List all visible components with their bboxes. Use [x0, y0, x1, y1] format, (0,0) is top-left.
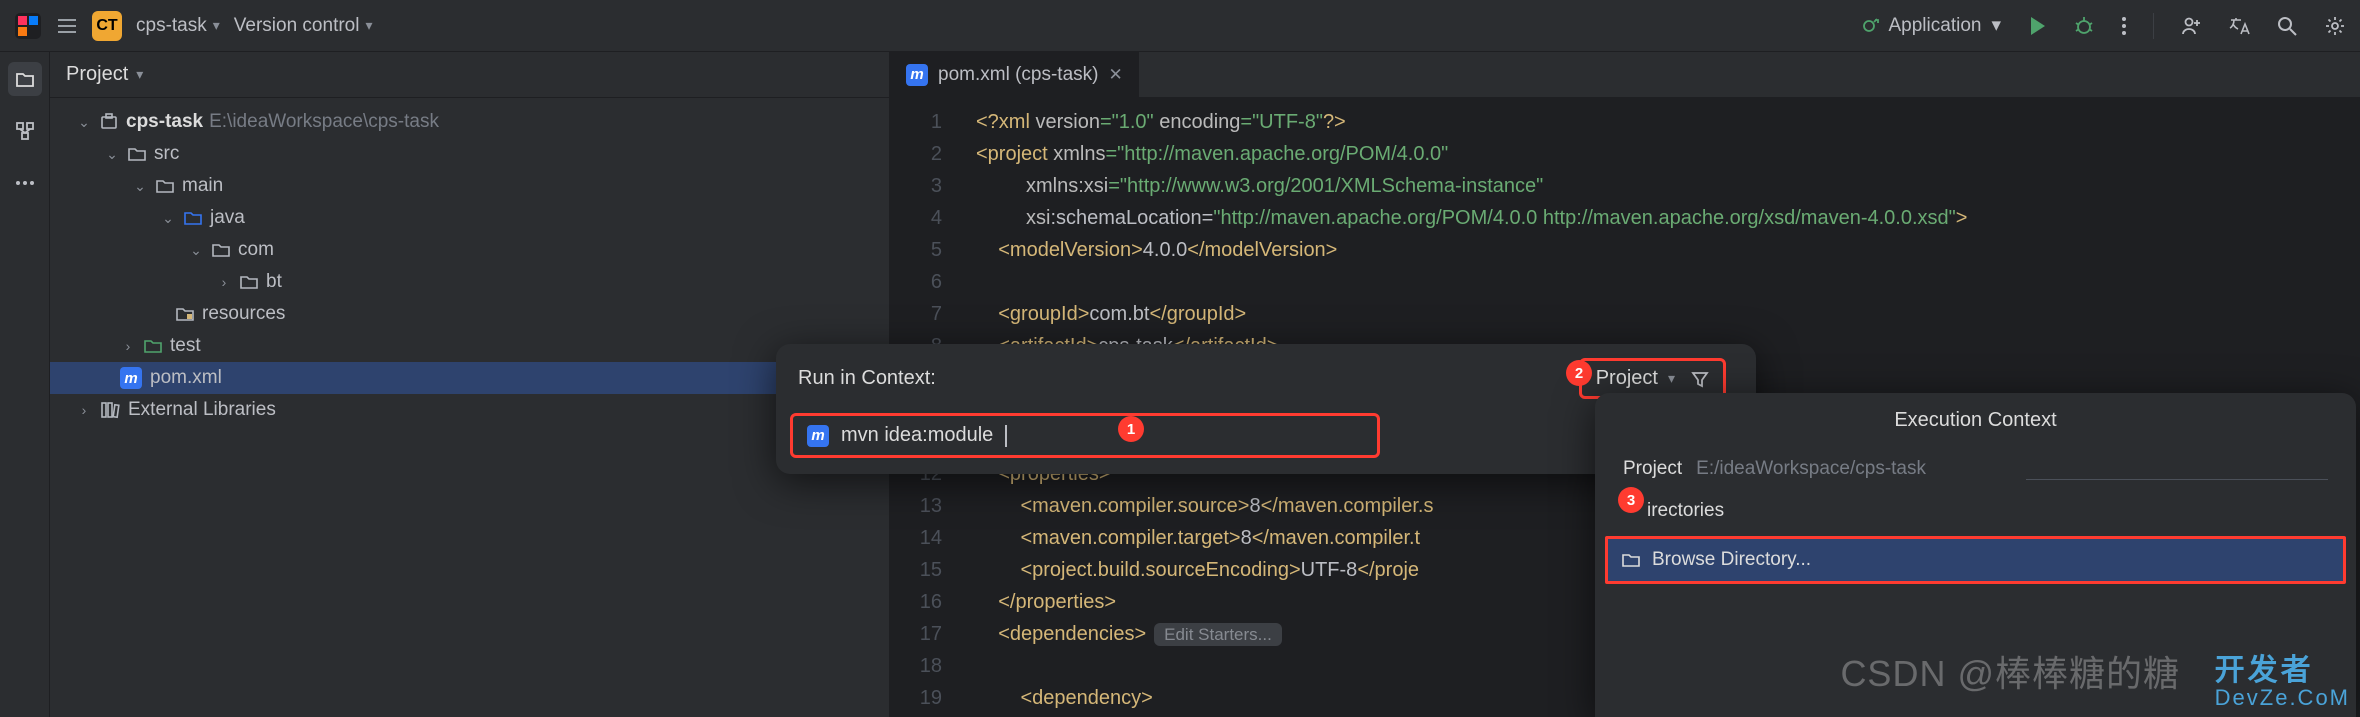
inlay-hint[interactable]: Edit Starters...	[1154, 623, 1282, 646]
tree-label: resources	[202, 303, 285, 325]
tree-label: pom.xml	[150, 367, 222, 389]
search-icon[interactable]	[2276, 15, 2298, 37]
tree-label: test	[170, 335, 201, 357]
exec-project-path: E:/ideaWorkspace/cps-task	[1696, 458, 1998, 480]
exec-project-row: Project E:/ideaWorkspace/cps-task	[1595, 448, 2356, 490]
project-panel-header[interactable]: Project ▾	[50, 52, 889, 98]
tree-row-bt[interactable]: › bt	[50, 266, 889, 298]
watermark-devze: 开发者 DevZe.CoM	[2215, 657, 2350, 711]
translate-icon[interactable]	[2228, 15, 2250, 37]
tree-row-test[interactable]: › test	[50, 330, 889, 362]
folder-icon	[128, 146, 146, 162]
text-caret	[1005, 425, 1007, 447]
library-icon	[100, 401, 120, 419]
left-tool-rail	[0, 52, 50, 717]
expand-arrow-icon[interactable]: ⌄	[132, 178, 148, 195]
expand-arrow-icon[interactable]: ⌄	[160, 210, 176, 227]
tree-label: bt	[266, 271, 282, 293]
browse-directory-item[interactable]: Browse Directory...	[1605, 536, 2346, 584]
exec-project-label: Project	[1623, 458, 1682, 480]
tab-label: pom.xml (cps-task)	[938, 64, 1098, 86]
resources-folder-icon	[176, 306, 194, 322]
tree-row-resources[interactable]: resources	[50, 298, 889, 330]
run-config-label: Application	[1889, 15, 1982, 37]
run-input-container[interactable]: m mvn idea:module	[790, 413, 1380, 458]
tree-label: src	[154, 143, 179, 165]
test-folder-icon	[144, 338, 162, 354]
run-popup-title: Run in Context:	[798, 367, 936, 390]
tree-label: java	[210, 207, 245, 229]
tree-row-com[interactable]: ⌄ com	[50, 234, 889, 266]
top-toolbar: CT cps-task ▾ Version control ▾ Applicat…	[0, 0, 2360, 52]
package-icon	[240, 274, 258, 290]
tree-label: com	[238, 239, 274, 261]
tree-row-main[interactable]: ⌄ main	[50, 170, 889, 202]
tree-row-external-libs[interactable]: › External Libraries	[50, 394, 889, 426]
tree-row-java[interactable]: ⌄ java	[50, 202, 889, 234]
maven-file-icon: m	[807, 425, 829, 447]
run-config-selector[interactable]: Application ▾	[1859, 14, 2002, 37]
editor-tab-strip: m pom.xml (cps-task) ✕	[890, 52, 2360, 98]
project-name-label: cps-task	[136, 15, 207, 37]
folder-icon	[1622, 552, 1640, 568]
tree-label: cps-task	[126, 111, 203, 132]
project-tool-window: Project ▾ ⌄ cps-task E:\ideaWorkspace\cps-…	[50, 52, 890, 717]
exec-input-field[interactable]	[2026, 458, 2328, 480]
project-tool-button[interactable]	[8, 62, 42, 96]
project-panel-title: Project	[66, 63, 128, 86]
expand-arrow-icon[interactable]: ⌄	[76, 114, 92, 131]
annotation-2: 2	[1566, 360, 1592, 386]
close-tab-icon[interactable]: ✕	[1108, 65, 1122, 85]
separator	[2153, 13, 2154, 39]
annotation-1: 1	[1118, 416, 1144, 442]
scope-label: Project	[1596, 367, 1658, 390]
expand-arrow-icon[interactable]: ›	[76, 402, 92, 418]
folder-icon	[156, 178, 174, 194]
ide-logo-icon	[14, 12, 42, 40]
expand-arrow-icon[interactable]: ›	[120, 338, 136, 354]
vcs-selector[interactable]: Version control ▾	[234, 15, 373, 37]
chevron-down-icon: ▾	[1991, 14, 2001, 37]
more-actions-button[interactable]	[2121, 15, 2127, 37]
watermark-csdn: CSDN @棒棒糖的糖	[1840, 645, 2180, 697]
debug-button[interactable]	[2073, 15, 2095, 37]
settings-icon[interactable]	[2324, 15, 2346, 37]
exec-directories-label: irectories	[1595, 490, 2356, 532]
chevron-down-icon: ▾	[136, 66, 143, 83]
chevron-down-icon: ▾	[1668, 370, 1675, 387]
annotation-3: 3	[1618, 487, 1644, 513]
chevron-down-icon: ▾	[365, 17, 372, 34]
code-with-me-icon[interactable]	[2180, 15, 2202, 37]
more-tool-button[interactable]	[8, 166, 42, 200]
tree-path: E:\ideaWorkspace\cps-task	[209, 111, 439, 132]
module-icon	[100, 113, 118, 131]
tree-label: main	[182, 175, 223, 197]
filter-icon[interactable]	[1691, 370, 1709, 388]
project-tree: ⌄cps-taskE:\ideaWorkspace\cps-task ⌄src …	[50, 98, 889, 434]
run-input-value: mvn idea:module	[841, 424, 993, 447]
project-selector[interactable]: cps-task ▾	[136, 15, 220, 37]
expand-arrow-icon[interactable]: ⌄	[188, 242, 204, 259]
vcs-label: Version control	[234, 15, 360, 37]
browse-directory-label: Browse Directory...	[1652, 549, 1811, 571]
main-menu-button[interactable]	[56, 15, 78, 37]
expand-arrow-icon[interactable]: ›	[216, 274, 232, 290]
editor-tab[interactable]: m pom.xml (cps-task) ✕	[890, 52, 1139, 97]
project-badge: CT	[92, 11, 122, 41]
expand-arrow-icon[interactable]: ⌄	[104, 146, 120, 163]
run-button[interactable]	[2027, 15, 2047, 37]
run-config-icon	[1859, 16, 1879, 36]
exec-panel-title: Execution Context	[1595, 393, 2356, 448]
tree-row-pom[interactable]: m pom.xml	[50, 362, 889, 394]
maven-file-icon: m	[906, 64, 928, 86]
maven-file-icon: m	[120, 367, 142, 389]
tree-label: External Libraries	[128, 399, 276, 421]
package-icon	[212, 242, 230, 258]
tree-row-src[interactable]: ⌄ src	[50, 138, 889, 170]
source-folder-icon	[184, 210, 202, 226]
tree-row-root[interactable]: ⌄ cps-task E:\ideaWorkspace\cps-task	[50, 106, 889, 138]
structure-tool-button[interactable]	[8, 114, 42, 148]
chevron-down-icon: ▾	[213, 17, 220, 34]
